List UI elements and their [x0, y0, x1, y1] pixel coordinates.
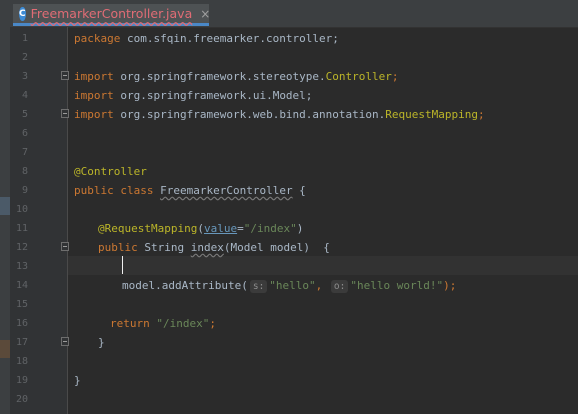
fold-collapse-icon[interactable] [61, 242, 69, 251]
fold-collapse-icon[interactable] [61, 109, 69, 118]
string-literal: "/index" [156, 317, 210, 330]
code-line-method-declaration[interactable]: public String index(Model model) { [98, 238, 330, 257]
keyword: package [74, 32, 121, 45]
code-line-add-attribute[interactable]: model.addAttribute(s: "hello", o: "hello w… [122, 276, 456, 295]
import-package: org.springframework.web.bind.annotation. [113, 108, 386, 121]
line-number: 4 [21, 90, 28, 101]
package-name: com.sfqin.freemarker.controller; [120, 32, 339, 45]
line-number: 1 [21, 33, 28, 44]
brace: } [98, 336, 105, 349]
string-literal: "hello" [269, 279, 316, 292]
import-class: Controller [325, 70, 392, 83]
code-line-class-declaration[interactable]: public class FreemarkerController { [74, 181, 306, 200]
code-line-import[interactable]: import org.springframework.web.bind.anno… [74, 105, 485, 124]
line-number: 10 [15, 204, 28, 215]
code-line-annotation[interactable]: @Controller [74, 162, 147, 181]
method-params: (Model model) { [223, 241, 330, 254]
line-number: 20 [15, 394, 28, 405]
annotation: @RequestMapping [98, 222, 198, 235]
line-number: 5 [21, 109, 28, 120]
code-line-request-mapping[interactable]: @RequestMapping(value="/index") [98, 219, 303, 238]
code-line-import[interactable]: import org.springframework.ui.Model; [74, 86, 312, 105]
line-number: 6 [21, 128, 28, 139]
line-number: 8 [21, 166, 28, 177]
line-number: 17 [15, 337, 28, 348]
paren: ( [197, 222, 204, 235]
line-number: 7 [21, 147, 28, 158]
keyword: return [110, 317, 150, 330]
string-literal: "hello world!" [350, 279, 444, 292]
line-number: 19 [15, 375, 28, 386]
equals: = [237, 222, 244, 235]
line-number: 13 [15, 261, 28, 272]
return-type: String [137, 241, 191, 254]
current-line-highlight [68, 256, 578, 275]
tab-freemarker-controller[interactable]: C FreemarkerController.java × [13, 4, 210, 26]
comma: , [315, 279, 329, 292]
class-name: FreemarkerController [160, 184, 293, 197]
keyword: public [74, 184, 114, 197]
semicolon: ; [478, 108, 485, 121]
fold-collapse-icon[interactable] [61, 337, 69, 346]
tab-label[interactable]: FreemarkerController.java [31, 6, 193, 21]
brace: { [292, 184, 306, 197]
code-line-class-close[interactable]: } [74, 371, 81, 390]
java-class-icon: C [19, 6, 26, 21]
semicolon: ; [209, 317, 216, 330]
code-line-import[interactable]: import org.springframework.stereotype.Co… [74, 67, 399, 86]
fold-collapse-icon[interactable] [61, 71, 69, 80]
import-class: RequestMapping [385, 108, 478, 121]
parameter-hint: o: [330, 279, 349, 293]
text-caret [122, 256, 123, 274]
line-number: 18 [15, 356, 28, 367]
semicolon: ); [443, 279, 457, 292]
line-number: 9 [21, 185, 28, 196]
line-number: 2 [21, 52, 28, 63]
line-number: 3 [21, 71, 28, 82]
keyword: class [113, 184, 161, 197]
line-number: 15 [15, 299, 28, 310]
import-package: org.springframework.stereotype. [113, 70, 326, 83]
method-call: model.addAttribute( [122, 279, 248, 292]
method-name: index [190, 241, 224, 254]
parameter-hint: s: [249, 279, 268, 293]
semicolon: ; [391, 70, 399, 83]
keyword: import [74, 70, 114, 83]
code-line-return[interactable]: return "/index"; [110, 314, 216, 333]
paren: ) [296, 222, 304, 235]
keyword: import [74, 89, 114, 102]
code-line-method-close[interactable]: } [98, 333, 105, 352]
left-strip-marker [0, 197, 10, 215]
keyword: public [98, 241, 138, 254]
string-literal: "/index" [243, 222, 297, 235]
keyword: import [74, 108, 114, 121]
left-strip-marker [0, 340, 10, 358]
line-number: 16 [15, 318, 28, 329]
import-package: org.springframework.ui.Model; [113, 89, 313, 102]
brace: } [74, 374, 81, 387]
code-line-package[interactable]: package com.sfqin.freemarker.controller; [74, 29, 339, 48]
line-number: 14 [15, 280, 28, 291]
editor-tab-bar: C FreemarkerController.java × [0, 0, 578, 28]
close-icon[interactable]: × [200, 7, 210, 21]
line-number: 11 [15, 223, 28, 234]
line-number: 12 [15, 242, 28, 253]
annotation: @Controller [74, 165, 147, 178]
annotation-attribute: value [203, 222, 238, 235]
